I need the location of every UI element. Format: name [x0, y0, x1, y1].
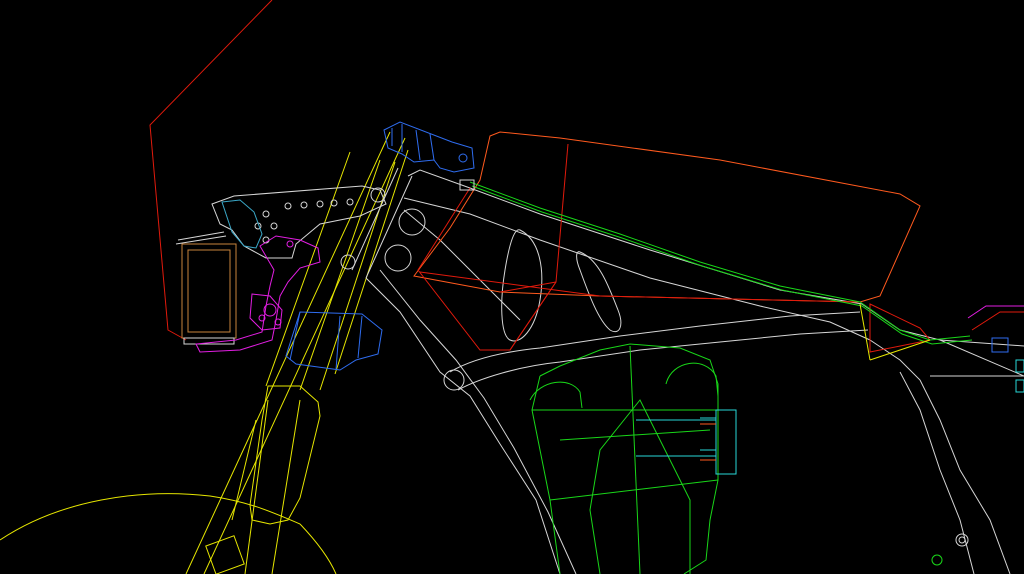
front-wheel: [0, 493, 337, 574]
front-fairing: [149, 0, 273, 341]
cad-drawing-canvas[interactable]: [0, 0, 1024, 574]
headlight-bracket-plate: [211, 185, 387, 270]
tail-section: [859, 303, 1024, 393]
headlight-housing: [175, 231, 237, 345]
fuel-tank: [413, 131, 931, 353]
wiring-connectors: [636, 409, 737, 475]
triple-clamp-bottom: [285, 311, 383, 371]
motorcycle-frame-drawing: [0, 0, 1024, 574]
triple-clamp-top: [383, 121, 475, 173]
front-fork: [185, 131, 409, 574]
main-frame: [351, 167, 1024, 574]
